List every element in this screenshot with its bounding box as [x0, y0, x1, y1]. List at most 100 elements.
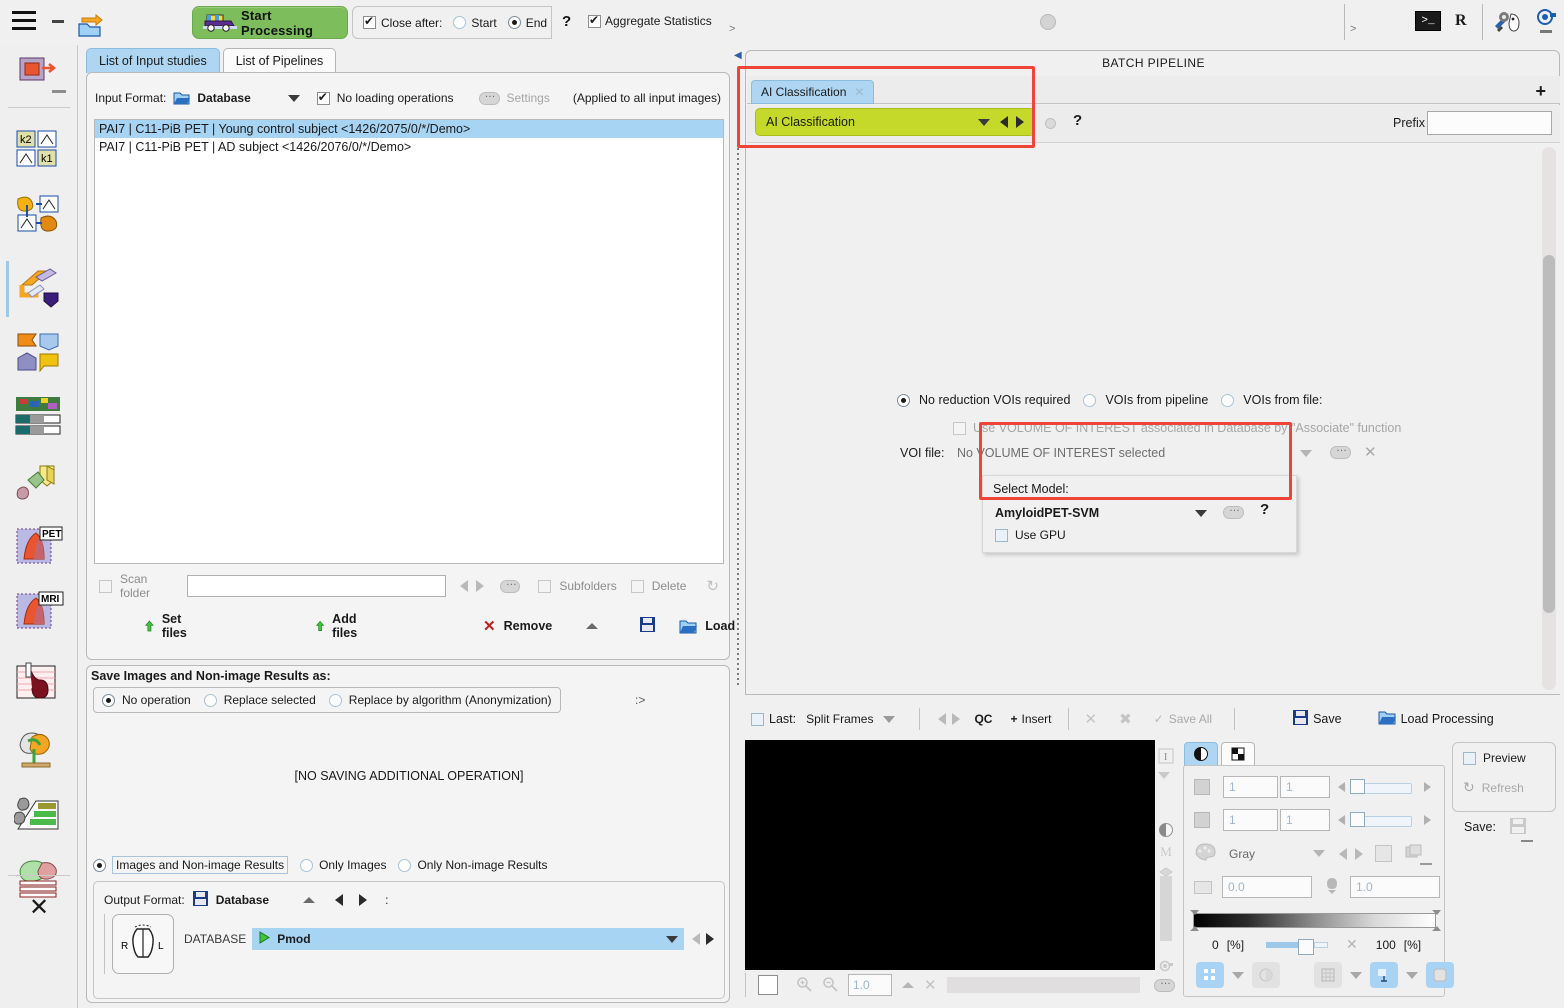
- tab-contrast[interactable]: [1184, 742, 1218, 766]
- module-selector[interactable]: AI Classification: [755, 108, 1035, 136]
- settings-toggle-icon[interactable]: [478, 88, 500, 105]
- segmentation-icon[interactable]: [14, 395, 64, 441]
- start-processing-button[interactable]: Start Processing: [192, 6, 348, 39]
- radio-no-operation[interactable]: [102, 693, 115, 707]
- radio-only-nonimage[interactable]: [398, 858, 412, 872]
- zoom-in-icon[interactable]: [796, 976, 812, 995]
- tab-layout[interactable]: [1221, 742, 1255, 766]
- menu-icon[interactable]: [12, 11, 36, 33]
- radio-replace-selected[interactable]: [203, 693, 217, 707]
- qc-next-icon[interactable]: [952, 713, 961, 725]
- fusion-icon[interactable]: [14, 330, 64, 376]
- colortable-invert-icon[interactable]: [1375, 845, 1393, 862]
- voi-file-dropdown-icon[interactable]: [1300, 450, 1312, 457]
- module-help-icon[interactable]: ?: [1073, 112, 1082, 129]
- viewer-dropdown-icon[interactable]: [1158, 772, 1174, 788]
- scan-prev-icon[interactable]: [459, 580, 468, 592]
- no-loading-operations-checkbox[interactable]: [316, 90, 330, 105]
- annotation-icon[interactable]: [1370, 962, 1398, 988]
- frame-dec-icon[interactable]: [1338, 815, 1345, 825]
- save-disk-icon[interactable]: [640, 617, 656, 635]
- splitter-collapse-icon[interactable]: ◀: [734, 50, 742, 61]
- r-console-icon[interactable]: R: [1455, 12, 1467, 30]
- slice-dec-icon[interactable]: [1338, 782, 1345, 792]
- clear-all-icon[interactable]: ✖: [1119, 710, 1132, 728]
- frame-slider[interactable]: [1350, 811, 1412, 827]
- qc-prev-icon[interactable]: [938, 713, 947, 725]
- input-format-dropdown-icon[interactable]: [287, 94, 300, 102]
- zoom-reset-icon[interactable]: ✕: [924, 976, 937, 994]
- half-circle-icon[interactable]: [1252, 962, 1280, 988]
- colortable-next-icon[interactable]: [1355, 847, 1364, 860]
- aggregate-statistics-group[interactable]: Aggregate Statistics: [588, 13, 712, 28]
- radio-vois-from-pipeline[interactable]: [1083, 393, 1097, 407]
- slice-slider[interactable]: [1350, 778, 1412, 794]
- list-item[interactable]: PAI7 | C11-PiB PET | AD subject <1426/20…: [95, 138, 723, 156]
- save-target-disk-icon[interactable]: [1510, 818, 1526, 834]
- frame-min-input[interactable]: 1: [1223, 809, 1278, 831]
- use-gpu-checkbox[interactable]: [995, 528, 1008, 542]
- pct-slider-right[interactable]: [1314, 941, 1329, 948]
- slice-min-input[interactable]: 1: [1223, 776, 1278, 798]
- info-icon[interactable]: I: [1158, 748, 1174, 764]
- model-help-icon[interactable]: ?: [1260, 501, 1269, 518]
- brain-icon[interactable]: [14, 727, 64, 773]
- load-processing-button[interactable]: Load Processing: [1378, 710, 1494, 728]
- pipeline-tab-close-icon[interactable]: ✕: [854, 85, 864, 99]
- qc-button[interactable]: QC: [974, 712, 992, 726]
- scan-folder-input[interactable]: [187, 575, 446, 597]
- tab-list-of-pipelines[interactable]: List of Pipelines: [222, 48, 337, 73]
- expand-chevron-icon[interactable]: >: [729, 23, 735, 35]
- output-format-value[interactable]: Database: [216, 893, 269, 907]
- pipeline-scrollbar[interactable]: [1542, 147, 1556, 690]
- clear-one-icon[interactable]: ✕: [1085, 710, 1098, 728]
- frame-inc-icon[interactable]: [1424, 815, 1431, 825]
- tab-list-of-input-studies[interactable]: List of Input studies: [86, 48, 220, 73]
- preview-checkbox[interactable]: [1463, 751, 1476, 765]
- open-folder-icon[interactable]: [76, 8, 108, 38]
- frame-max-input[interactable]: 1: [1280, 809, 1330, 831]
- geometry-icon[interactable]: [14, 460, 64, 506]
- slice-max-input[interactable]: 1: [1280, 776, 1330, 798]
- subfolders-checkbox[interactable]: [538, 579, 552, 593]
- display-dots-dropdown-icon[interactable]: [1232, 971, 1244, 979]
- radio-only-images[interactable]: [300, 858, 314, 872]
- viewer-more-icon[interactable]: [1154, 975, 1175, 992]
- gray-colorbar[interactable]: [1193, 913, 1436, 928]
- radio-vois-from-file[interactable]: [1221, 393, 1235, 407]
- voi-file-value[interactable]: No VOLUME OF INTEREST selected: [957, 446, 1165, 460]
- split-frames-dropdown-icon[interactable]: [883, 715, 896, 723]
- pipeline-icon[interactable]: [14, 263, 64, 309]
- prefix-input[interactable]: [1427, 111, 1552, 135]
- minimize-icon[interactable]: [50, 14, 68, 28]
- close-after-checkbox[interactable]: [363, 14, 376, 29]
- pct-reset-icon[interactable]: ✕: [1346, 936, 1358, 953]
- last-checkbox[interactable]: [751, 712, 764, 726]
- colorbar-right-handle[interactable]: [1431, 910, 1441, 931]
- module-prev-icon[interactable]: [1000, 116, 1008, 128]
- database-dropdown-icon[interactable]: [666, 935, 678, 943]
- voi-file-options-icon[interactable]: [1330, 442, 1351, 462]
- output-format-up-icon[interactable]: [303, 897, 316, 903]
- rounded-square-icon[interactable]: [1426, 962, 1454, 988]
- module-dropdown-icon[interactable]: [978, 118, 990, 126]
- split-frames-value[interactable]: Split Frames: [806, 712, 873, 726]
- grid-dropdown-icon[interactable]: [1350, 971, 1362, 979]
- output-format-prev-icon[interactable]: [335, 894, 344, 906]
- close-icon[interactable]: ✕: [14, 885, 64, 931]
- perfusion-icon[interactable]: [14, 660, 64, 706]
- colortable-prev-icon[interactable]: [1339, 847, 1348, 860]
- save-button[interactable]: Save: [1293, 710, 1342, 728]
- pct-slider-knob[interactable]: [1298, 938, 1315, 955]
- tools-icon[interactable]: [1491, 8, 1525, 36]
- kinetic-model-icon[interactable]: [14, 193, 64, 239]
- colorbar-left-handle[interactable]: [1190, 910, 1200, 931]
- study-list[interactable]: PAI7 | C11-PiB PET | Young control subje…: [94, 119, 724, 564]
- remove-options-icon[interactable]: [586, 623, 599, 629]
- slice-inc-icon[interactable]: [1424, 782, 1431, 792]
- expand-chevron2-icon[interactable]: >: [1350, 23, 1356, 35]
- delete-checkbox[interactable]: [630, 579, 644, 593]
- pipeline-scrollbar-thumb[interactable]: [1543, 255, 1555, 613]
- close-after-end-radio[interactable]: [507, 16, 521, 29]
- colortable-copy-icon[interactable]: [1405, 844, 1423, 863]
